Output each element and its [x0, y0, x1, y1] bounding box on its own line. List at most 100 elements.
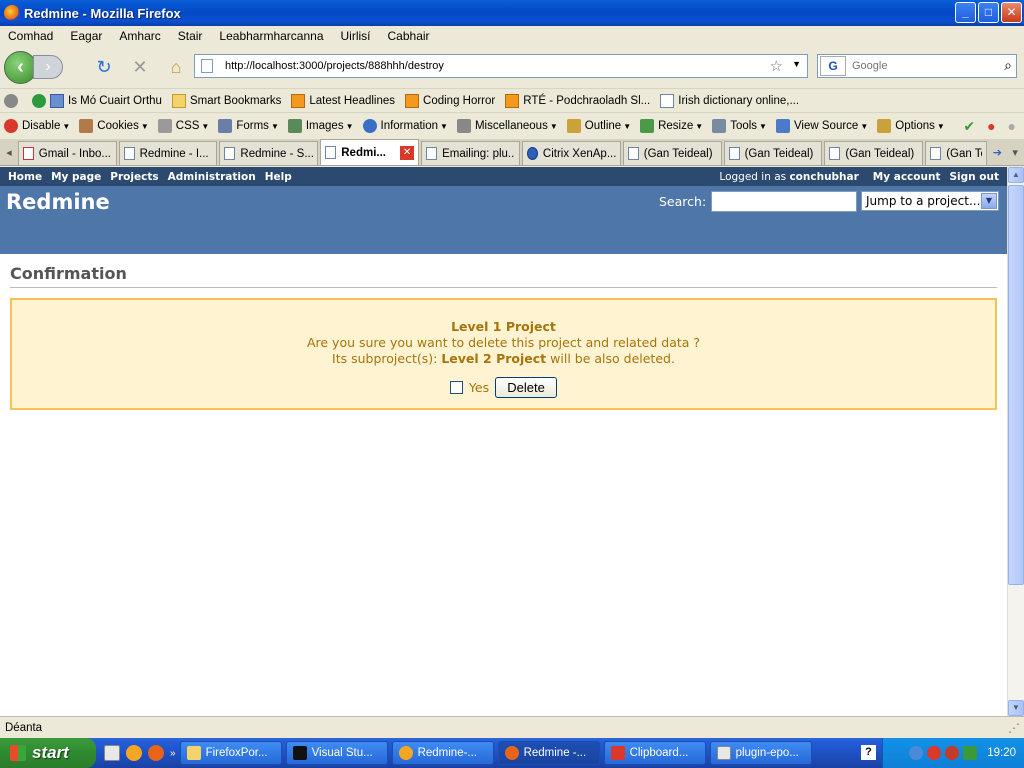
bookmark-item[interactable]: Smart Bookmarks — [171, 93, 281, 108]
stop-icon[interactable]: ✕ — [128, 55, 152, 79]
scroll-up-icon[interactable]: ▲ — [1008, 167, 1024, 183]
redmine-search-input[interactable] — [711, 191, 857, 212]
reload-icon[interactable]: ↻ — [92, 55, 116, 79]
top-menu-home[interactable]: Home — [8, 171, 42, 183]
tab-untitled-1[interactable]: (Gan Teideal) — [622, 141, 722, 165]
menu-help[interactable]: Cabhair — [388, 29, 430, 43]
tab-citrix[interactable]: Citrix XenAp... — [521, 141, 621, 165]
dev-tools-menu[interactable]: Tools ▼ — [712, 119, 767, 133]
maximize-button[interactable]: □ — [978, 2, 999, 23]
taskbar-item[interactable]: Clipboard... — [603, 741, 706, 765]
tab-emailing[interactable]: Emailing: plu... — [421, 141, 520, 165]
scroll-thumb[interactable] — [1008, 185, 1024, 585]
url-input[interactable] — [225, 60, 765, 72]
disabled-icon[interactable]: ● — [1008, 118, 1016, 135]
menu-file[interactable]: Comhad — [8, 29, 53, 43]
dev-miscellaneous-menu[interactable]: Miscellaneous ▼ — [456, 119, 558, 133]
search-input[interactable] — [852, 60, 992, 72]
status-bar: Déanta ⋰ — [0, 716, 1024, 738]
taskbar-item[interactable]: Redmine -... — [497, 741, 600, 765]
delete-button[interactable]: Delete — [495, 377, 558, 398]
search-box[interactable]: G ⌕ — [817, 54, 1017, 78]
bookmark-star-icon[interactable]: ☆ — [770, 57, 783, 75]
jump-to-project-select[interactable]: Jump to a project... ▼ — [861, 191, 999, 211]
menu-tools[interactable]: Uirlisí — [341, 29, 371, 43]
menu-bookmarks[interactable]: Leabharmharcanna — [219, 29, 323, 43]
top-menu-projects[interactable]: Projects — [110, 171, 158, 183]
tab-redmine-2[interactable]: Redmine - S... — [219, 141, 319, 165]
username[interactable]: conchubhar — [789, 171, 858, 183]
forward-button[interactable]: › — [33, 55, 63, 79]
dev-images-menu[interactable]: Images ▼ — [287, 119, 354, 133]
top-menu-my-page[interactable]: My page — [51, 171, 101, 183]
taskbar-item[interactable]: plugin-epo... — [709, 741, 812, 765]
url-bar[interactable]: ☆ ▼ — [194, 54, 808, 78]
subproject-notice: Its subproject(s): Level 2 Project will … — [332, 351, 675, 366]
tab-close-icon[interactable]: ✕ — [400, 145, 415, 160]
top-menu-help[interactable]: Help — [265, 171, 292, 183]
tab-untitled-4[interactable]: (Gan Tei — [925, 141, 987, 165]
minimize-button[interactable]: _ — [955, 2, 976, 23]
bookmark-item[interactable]: RTÉ - Podchraoladh Sl... — [505, 93, 650, 108]
bookmark-item[interactable]: Is Mó Cuairt Orthu — [32, 93, 162, 108]
tab-scroll-right-icon[interactable]: ➔ — [989, 141, 1007, 165]
tab-untitled-3[interactable]: (Gan Teideal) — [824, 141, 924, 165]
close-button[interactable]: ✕ — [1001, 2, 1022, 23]
resize-grip-icon[interactable]: ⋰ — [1008, 721, 1020, 735]
url-dropdown-icon[interactable]: ▼ — [792, 59, 801, 69]
bookmark-item[interactable]: Latest Headlines — [291, 93, 395, 108]
main-content: Confirmation Level 1 Project Are you sur… — [0, 254, 1007, 410]
tab-redmine-1[interactable]: Redmine - I... — [118, 141, 218, 165]
yes-label[interactable]: Yes — [469, 380, 489, 396]
tab-untitled-2[interactable]: (Gan Teideal) — [723, 141, 823, 165]
dev-disable-menu[interactable]: Disable ▼ — [4, 119, 70, 133]
menu-history[interactable]: Stair — [178, 29, 203, 43]
error-icon[interactable]: ● — [987, 118, 995, 135]
bookmark-item[interactable]: Coding Horror — [405, 93, 495, 108]
dev-cookies-menu[interactable]: Cookies ▼ — [79, 119, 149, 133]
console-icon — [292, 746, 307, 760]
antivirus-icon[interactable] — [927, 746, 942, 760]
dev-outline-menu[interactable]: Outline ▼ — [566, 119, 631, 133]
page-icon — [123, 147, 135, 160]
my-account-link[interactable]: My account — [873, 171, 941, 183]
web-icon[interactable] — [126, 745, 142, 761]
window-title-bar: Redmine - Mozilla Firefox _ □ ✕ — [0, 0, 1024, 26]
dev-options-menu[interactable]: Options ▼ — [877, 119, 945, 133]
dev-view-source-menu[interactable]: View Source ▼ — [775, 119, 868, 133]
menu-edit[interactable]: Eagar — [70, 29, 102, 43]
scroll-down-icon[interactable]: ▼ — [1008, 700, 1024, 716]
sign-out-link[interactable]: Sign out — [949, 171, 999, 183]
firefox-icon[interactable] — [148, 745, 164, 761]
taskbar-item[interactable]: FirefoxPor... — [179, 741, 282, 765]
app-icon[interactable] — [963, 746, 978, 760]
gear-icon[interactable] — [4, 93, 22, 108]
menu-view[interactable]: Amharc — [119, 29, 160, 43]
opera-icon[interactable] — [945, 746, 960, 760]
dev-forms-menu[interactable]: Forms ▼ — [218, 119, 279, 133]
view-source-icon — [775, 119, 790, 133]
windows-taskbar: start » FirefoxPor... Visual Stu... Redm… — [0, 738, 1024, 768]
taskbar-item[interactable]: Visual Stu... — [285, 741, 388, 765]
network-icon[interactable] — [909, 746, 924, 760]
taskbar-item[interactable]: Redmine-... — [391, 741, 494, 765]
tab-list-icon[interactable]: ▾ — [1006, 141, 1024, 165]
tab-gmail[interactable]: Gmail - Inbo... — [17, 141, 117, 165]
home-icon[interactable]: ⌂ — [164, 55, 188, 79]
start-button[interactable]: start — [0, 738, 96, 768]
tab-redmine-active[interactable]: Redmi... ✕ — [320, 139, 420, 165]
notepad-icon[interactable] — [104, 745, 120, 761]
dev-resize-menu[interactable]: Resize ▼ — [640, 119, 703, 133]
tab-scroll-left-icon[interactable]: ◂ — [0, 141, 18, 165]
dev-css-menu[interactable]: CSS ▼ — [157, 119, 209, 133]
search-icon[interactable]: ⌕ — [1004, 57, 1012, 74]
dev-information-menu[interactable]: Information ▼ — [362, 119, 448, 133]
vertical-scrollbar[interactable]: ▲ ▼ — [1007, 167, 1024, 716]
bookmark-item[interactable]: Irish dictionary online,... — [660, 93, 799, 108]
google-icon[interactable]: G — [820, 56, 846, 76]
checkmark-icon[interactable]: ✔ — [963, 118, 975, 135]
help-icon[interactable]: ? — [861, 745, 876, 760]
quick-launch-more-icon[interactable]: » — [170, 748, 176, 759]
confirm-checkbox[interactable] — [449, 381, 463, 394]
top-menu-administration[interactable]: Administration — [168, 171, 256, 183]
